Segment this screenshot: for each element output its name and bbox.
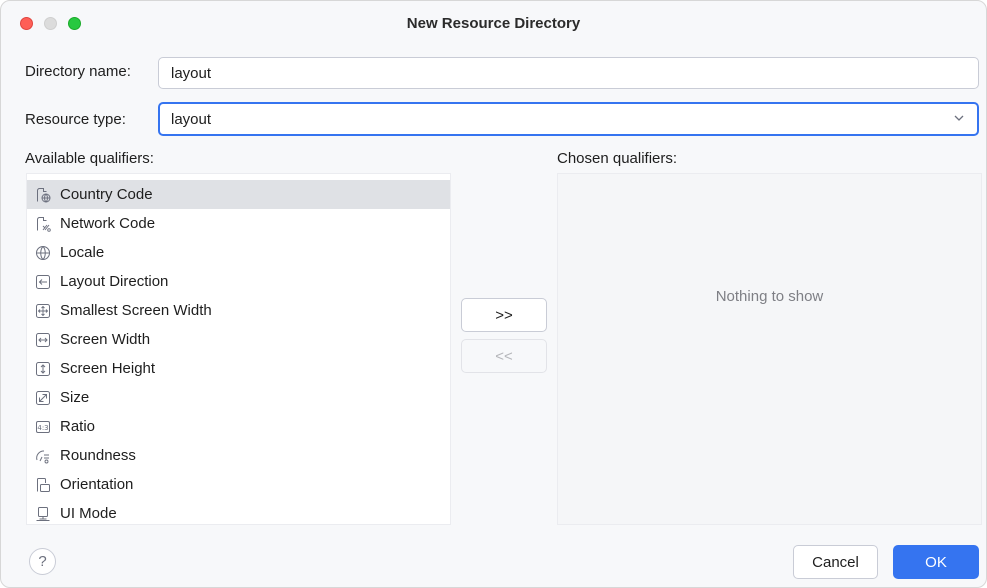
- title-bar: New Resource Directory: [1, 1, 986, 45]
- size-icon: [36, 390, 50, 405]
- qualifier-label: Roundness: [60, 447, 136, 464]
- qualifier-label: Orientation: [60, 476, 134, 493]
- dialog-title: New Resource Directory: [406, 15, 581, 32]
- chevron-down-icon: [954, 115, 964, 121]
- directory-name-input[interactable]: layout: [158, 57, 979, 89]
- qualifier-item-layout-direction[interactable]: Layout Direction: [27, 267, 450, 296]
- roundness-icon: [36, 449, 49, 463]
- qualifier-label: Country Code: [60, 186, 153, 203]
- qualifier-label: Locale: [60, 244, 105, 261]
- qualifier-label: UI Mode: [60, 505, 117, 522]
- globe-icon: [36, 245, 50, 260]
- qualifier-label: Network Code: [60, 215, 156, 232]
- qualifier-item-screen-width[interactable]: Screen Width: [27, 325, 450, 354]
- add-qualifier-button[interactable]: >>: [461, 298, 547, 332]
- layout-direction-icon: [36, 274, 50, 289]
- directory-name-label: Directory name:: [25, 63, 131, 80]
- remove-qualifier-button[interactable]: <<: [461, 339, 547, 373]
- qualifier-label: Layout Direction: [60, 273, 169, 290]
- screen-width-icon: [36, 332, 50, 347]
- available-qualifiers-label: Available qualifiers:: [25, 150, 154, 167]
- qualifier-item-orientation[interactable]: Orientation: [27, 470, 450, 499]
- help-button[interactable]: ?: [29, 548, 56, 575]
- screen-height-icon: [36, 361, 50, 376]
- ui-mode-icon: [36, 506, 50, 521]
- qualifier-item-locale[interactable]: Locale: [27, 238, 450, 267]
- qualifier-item-screen-height[interactable]: Screen Height: [27, 354, 450, 383]
- qualifier-label: Ratio: [60, 418, 96, 435]
- qualifier-item-size[interactable]: Size: [27, 383, 450, 412]
- ok-button[interactable]: OK: [893, 545, 979, 579]
- qualifier-item-smallest-screen-width[interactable]: Smallest Screen Width: [27, 296, 450, 325]
- resource-type-select[interactable]: layout: [158, 102, 979, 136]
- smallest-screen-width-icon: [36, 303, 50, 318]
- resource-type-value: layout: [171, 110, 212, 128]
- resource-type-label: Resource type:: [25, 111, 126, 128]
- orientation-icon: [37, 477, 50, 492]
- cancel-button[interactable]: Cancel: [793, 545, 878, 579]
- qualifier-item-roundness[interactable]: Roundness: [27, 441, 450, 470]
- qualifier-label: Screen Width: [60, 331, 151, 348]
- chosen-qualifiers-list[interactable]: Nothing to show: [557, 173, 982, 525]
- chosen-qualifiers-label: Chosen qualifiers:: [557, 150, 678, 167]
- country-code-icon: [37, 187, 51, 202]
- empty-state-text: Nothing to show: [715, 288, 824, 305]
- qualifier-label: Smallest Screen Width: [60, 302, 212, 319]
- qualifier-item-network-code[interactable]: Network Code: [27, 209, 450, 238]
- qualifier-item-ui-mode[interactable]: UI Mode: [27, 499, 450, 528]
- qualifier-label: Screen Height: [60, 360, 156, 377]
- qualifier-item-country-code[interactable]: Country Code: [27, 180, 450, 209]
- network-code-icon: [37, 216, 51, 232]
- svg-text:4:3: 4:3: [37, 424, 48, 432]
- directory-name-value: layout: [171, 64, 212, 82]
- qualifier-label: Size: [60, 389, 90, 406]
- available-qualifiers-list[interactable]: Country Code Network Code Locale Layout …: [26, 173, 451, 525]
- qualifier-item-ratio[interactable]: 4:3 Ratio: [27, 412, 450, 441]
- ratio-icon: 4:3: [36, 420, 50, 433]
- dialog-window: New Resource Directory Directory name: l…: [0, 0, 987, 588]
